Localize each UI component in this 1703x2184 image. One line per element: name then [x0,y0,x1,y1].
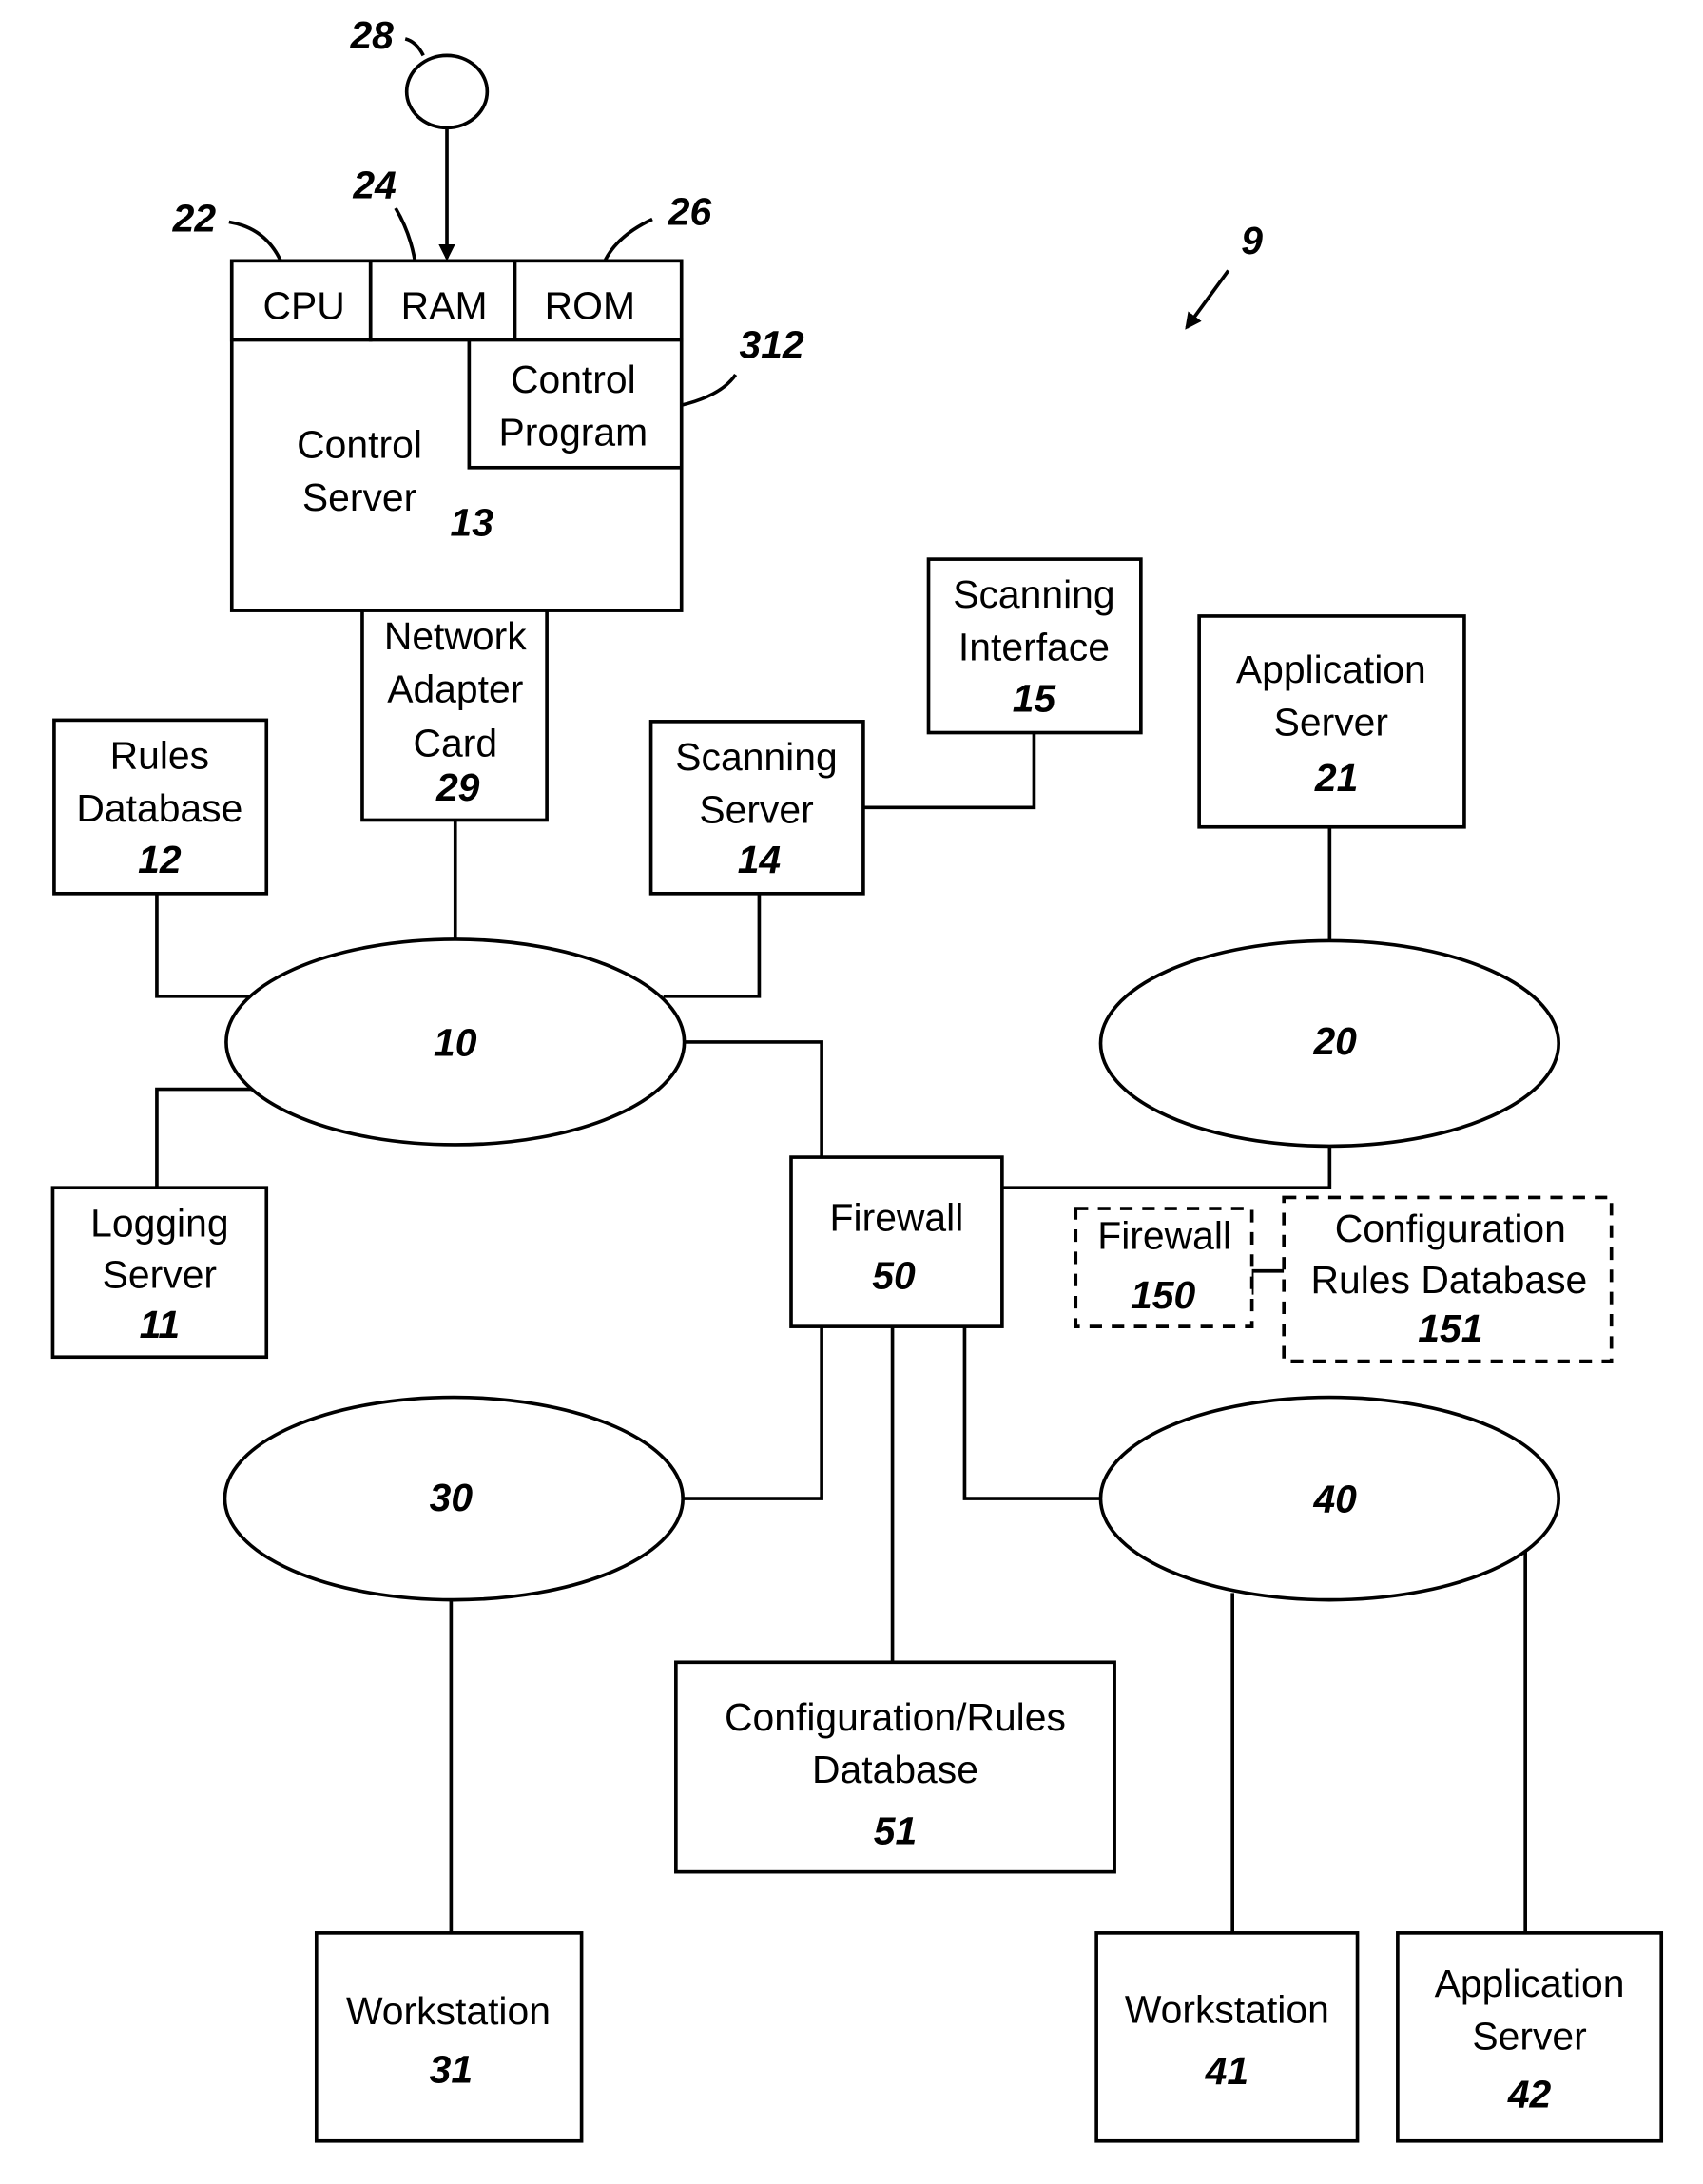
scanning-interface-label-1: Scanning [953,572,1114,616]
ram-label: RAM [401,284,488,328]
application-server-21-label-2: Server [1274,700,1388,744]
ref-14: 14 [738,838,782,881]
ref-12: 12 [138,838,182,881]
storage-media-circle [404,53,490,130]
ref-151: 151 [1418,1306,1482,1350]
ref-50: 50 [872,1254,916,1298]
ref-20: 20 [1312,1019,1357,1063]
firewall-50-label: Firewall [830,1195,964,1239]
ref-24: 24 [352,164,397,207]
ref-41: 41 [1205,2049,1248,2093]
cpu-label: CPU [263,284,345,328]
logging-server-label-1: Logging [90,1201,228,1245]
ref-42: 42 [1507,2073,1552,2116]
control-server-13: CPU RAM ROM Control Program Control Serv… [229,259,684,612]
link-scanserver-scaninterface [862,732,1036,810]
network-adapter-label-1: Network [384,614,527,658]
ref-22: 22 [172,197,217,241]
ref-312: 312 [739,323,803,367]
workstation-41-label: Workstation [1125,1988,1329,2032]
application-server-42-label-2: Server [1472,2014,1586,2058]
rom-label: ROM [545,284,635,328]
ref-30: 30 [430,1476,474,1519]
ref-29: 29 [435,765,480,809]
ref-13: 13 [451,500,494,544]
config-rules-db-151-label-1: Configuration [1335,1207,1566,1250]
control-server-label-2: Server [302,475,416,519]
application-server-21-label-1: Application [1236,647,1426,691]
rules-database-label-1: Rules [110,733,209,777]
ref-26: 26 [668,189,712,233]
firewall-150-label: Firewall [1097,1213,1231,1257]
ref-51: 51 [874,1808,917,1852]
scanning-interface-label-2: Interface [958,626,1110,669]
config-rules-db-51-label-1: Configuration/Rules [725,1695,1066,1739]
network-adapter-label-3: Card [413,721,497,764]
application-server-42-label-1: Application [1435,1962,1625,2005]
ref-28: 28 [349,13,394,57]
workstation-31-box [314,1931,584,2143]
scanning-server-label-1: Scanning [675,735,837,779]
ref-31: 31 [430,2047,473,2091]
ref-40: 40 [1312,1478,1357,1521]
arrow-9 [1185,269,1230,330]
ref-150: 150 [1131,1273,1195,1317]
scanning-server-label-2: Server [699,787,813,831]
leader-312 [681,373,738,407]
link-firewall150-configdb151 [1249,1268,1285,1295]
ref-10: 10 [434,1021,477,1065]
ref-9: 9 [1241,219,1263,262]
link-firewall-net40 [962,1326,1104,1500]
config-rules-db-51-label-2: Database [812,1748,978,1791]
network-adapter-label-2: Adapter [387,667,523,710]
logging-server-label-2: Server [103,1252,217,1296]
link-net20-firewall [1001,1146,1332,1190]
link-rulesdb-net10 [155,893,250,998]
ref-15: 15 [1013,677,1057,721]
workstation-31-label: Workstation [346,1989,551,2033]
link-scanserver-net10 [663,893,762,998]
control-program-label-2: Program [498,410,648,454]
network-diagram: 28 CPU RAM ROM Control Program Control S… [50,13,1664,2143]
ref-11: 11 [140,1303,180,1346]
ref-21: 21 [1314,756,1358,800]
workstation-41-box [1094,1931,1360,2143]
control-program-label-1: Control [511,358,636,401]
link-net10-firewall [683,1040,823,1158]
leader-28 [404,37,425,57]
link-firewall-net30 [683,1326,823,1500]
link-logging-net10 [155,1087,253,1189]
firewall-50-box [789,1155,1004,1328]
config-rules-db-151-label-2: Rules Database [1310,1258,1587,1302]
rules-database-label-2: Database [76,786,242,830]
control-server-label-1: Control [297,423,422,467]
